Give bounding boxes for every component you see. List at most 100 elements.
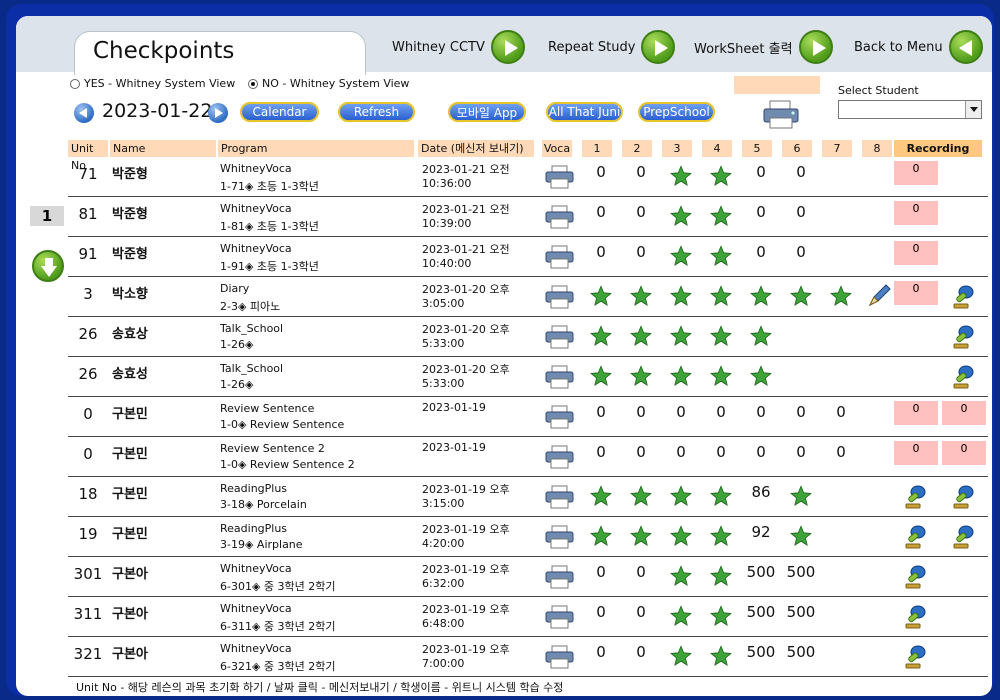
- star-icon: [702, 245, 740, 267]
- printer-icon[interactable]: [545, 245, 575, 273]
- unit-no-link[interactable]: 91: [68, 245, 108, 263]
- date-link[interactable]: 2023-01-21 오전: [422, 161, 510, 177]
- microphone-icon[interactable]: [950, 484, 976, 514]
- student-name-link[interactable]: 박소향: [112, 283, 148, 302]
- printer-icon[interactable]: [545, 565, 575, 593]
- view-option-no[interactable]: NO - Whitney System View: [248, 77, 409, 90]
- whitney-cctv-button[interactable]: Whitney CCTV: [392, 30, 525, 64]
- date-link[interactable]: 2023-01-19 오후: [422, 481, 510, 497]
- header-unit: Unit No: [68, 140, 108, 172]
- unit-no-link[interactable]: 301: [68, 565, 108, 583]
- unit-no-link[interactable]: 0: [68, 405, 108, 423]
- prepschool-button[interactable]: PrepSchool: [638, 102, 715, 122]
- printer-icon[interactable]: [545, 285, 575, 313]
- score-value: 0: [596, 403, 606, 421]
- unit-no-link[interactable]: 81: [68, 205, 108, 223]
- student-name-link[interactable]: 구본아: [112, 643, 148, 662]
- unit-no-link[interactable]: 19: [68, 525, 108, 543]
- student-name-link[interactable]: 구본민: [112, 483, 148, 502]
- table-row: 26 송효성 Talk_School 1-26◈ 2023-01-20 오후 5:33:0…: [68, 357, 988, 397]
- calendar-button[interactable]: Calendar: [240, 102, 319, 122]
- printer-icon[interactable]: [545, 205, 575, 233]
- unit-no-link[interactable]: 71: [68, 165, 108, 183]
- unit-no-link[interactable]: 321: [68, 645, 108, 663]
- prev-date-button[interactable]: [74, 103, 94, 123]
- program-detail: 6-311◈ 중 3학년 2학기: [220, 620, 336, 633]
- unit-no-link[interactable]: 311: [68, 605, 108, 623]
- student-name-link[interactable]: 송효상: [112, 323, 148, 342]
- printer-icon[interactable]: [545, 525, 575, 553]
- student-name-link[interactable]: 구본아: [112, 603, 148, 622]
- microphone-icon[interactable]: [950, 364, 976, 394]
- date-link[interactable]: 2023-01-19 오후: [422, 601, 510, 617]
- table-row: 0 구본민 Review Sentence 2 1-0◈ Review Sentenc…: [68, 437, 988, 477]
- date-link[interactable]: 2023-01-19 오후: [422, 641, 510, 657]
- printer-icon[interactable]: [545, 445, 575, 473]
- header-voca: Voca: [542, 140, 572, 157]
- unit-no-link[interactable]: 18: [68, 485, 108, 503]
- next-date-button[interactable]: [208, 103, 228, 123]
- unit-no-link[interactable]: 3: [68, 285, 108, 303]
- date-link[interactable]: 2023-01-20 오후: [422, 361, 510, 377]
- scroll-down-button[interactable]: [32, 250, 64, 282]
- student-name-link[interactable]: 구본민: [112, 403, 148, 422]
- printer-icon[interactable]: [545, 605, 575, 633]
- program-detail: 3-19◈ Airplane: [220, 538, 303, 551]
- student-name-link[interactable]: 박준형: [112, 243, 148, 262]
- score-value: 0: [796, 403, 806, 421]
- printer-icon[interactable]: [762, 100, 802, 130]
- star-icon: [742, 325, 780, 347]
- printer-icon[interactable]: [545, 165, 575, 193]
- star-icon: [662, 565, 700, 587]
- microphone-icon[interactable]: [902, 644, 928, 674]
- header-col-2: 2: [622, 140, 652, 157]
- worksheet-button[interactable]: WorkSheet 출력: [694, 30, 833, 64]
- pencil-icon[interactable]: [866, 283, 892, 313]
- microphone-icon[interactable]: [950, 324, 976, 354]
- recording-cell: 0: [894, 281, 938, 305]
- student-name-link[interactable]: 구본민: [112, 523, 148, 542]
- score-value: 0: [756, 163, 766, 181]
- radio-selected-icon: [248, 78, 258, 89]
- date-link[interactable]: 2023-01-20 오후: [422, 281, 510, 297]
- repeat-study-button[interactable]: Repeat Study: [548, 30, 676, 64]
- date-link[interactable]: 2023-01-19: [422, 401, 486, 414]
- student-select[interactable]: [838, 100, 982, 119]
- back-to-menu-button[interactable]: Back to Menu: [854, 30, 983, 64]
- date-link[interactable]: 2023-01-21 오전: [422, 241, 510, 257]
- view-option-yes[interactable]: YES - Whitney System View: [70, 77, 235, 90]
- all-that-juni-button[interactable]: All That Juni: [546, 102, 623, 122]
- printer-icon[interactable]: [545, 365, 575, 393]
- star-icon: [582, 285, 620, 307]
- student-name-link[interactable]: 구본민: [112, 443, 148, 462]
- table-row: 26 송효상 Talk_School 1-26◈ 2023-01-20 오후 5:33:0…: [68, 317, 988, 357]
- student-name-link[interactable]: 박준형: [112, 203, 148, 222]
- student-name-link[interactable]: 송효성: [112, 363, 148, 382]
- date-link[interactable]: 2023-01-19: [422, 441, 486, 454]
- student-name-link[interactable]: 구본아: [112, 563, 148, 582]
- printer-icon[interactable]: [545, 325, 575, 353]
- unit-no-link[interactable]: 26: [68, 325, 108, 343]
- table-row: 81 박준형 WhitneyVoca 1-81◈ 초등 1-3학년 2023-01-21…: [68, 197, 988, 237]
- date-link[interactable]: 2023-01-19 오후: [422, 521, 510, 537]
- microphone-icon[interactable]: [902, 524, 928, 554]
- unit-no-link[interactable]: 0: [68, 445, 108, 463]
- microphone-icon[interactable]: [902, 604, 928, 634]
- microphone-icon[interactable]: [950, 524, 976, 554]
- score-value: 0: [796, 203, 806, 221]
- mobile-app-button[interactable]: 모바일 App: [448, 102, 526, 122]
- date-link[interactable]: 2023-01-21 오전: [422, 201, 510, 217]
- microphone-icon[interactable]: [902, 564, 928, 594]
- microphone-icon[interactable]: [902, 484, 928, 514]
- refresh-button[interactable]: Refresh: [338, 102, 415, 122]
- chevron-down-icon[interactable]: [965, 101, 981, 118]
- printer-icon[interactable]: [545, 405, 575, 433]
- table-row: 321 구본아 WhitneyVoca 6-321◈ 중 3학년 2학기 2023-01…: [68, 637, 988, 677]
- student-name-link[interactable]: 박준형: [112, 163, 148, 182]
- date-link[interactable]: 2023-01-19 오후: [422, 561, 510, 577]
- microphone-icon[interactable]: [950, 284, 976, 314]
- printer-icon[interactable]: [545, 645, 575, 673]
- unit-no-link[interactable]: 26: [68, 365, 108, 383]
- date-link[interactable]: 2023-01-20 오후: [422, 321, 510, 337]
- printer-icon[interactable]: [545, 485, 575, 513]
